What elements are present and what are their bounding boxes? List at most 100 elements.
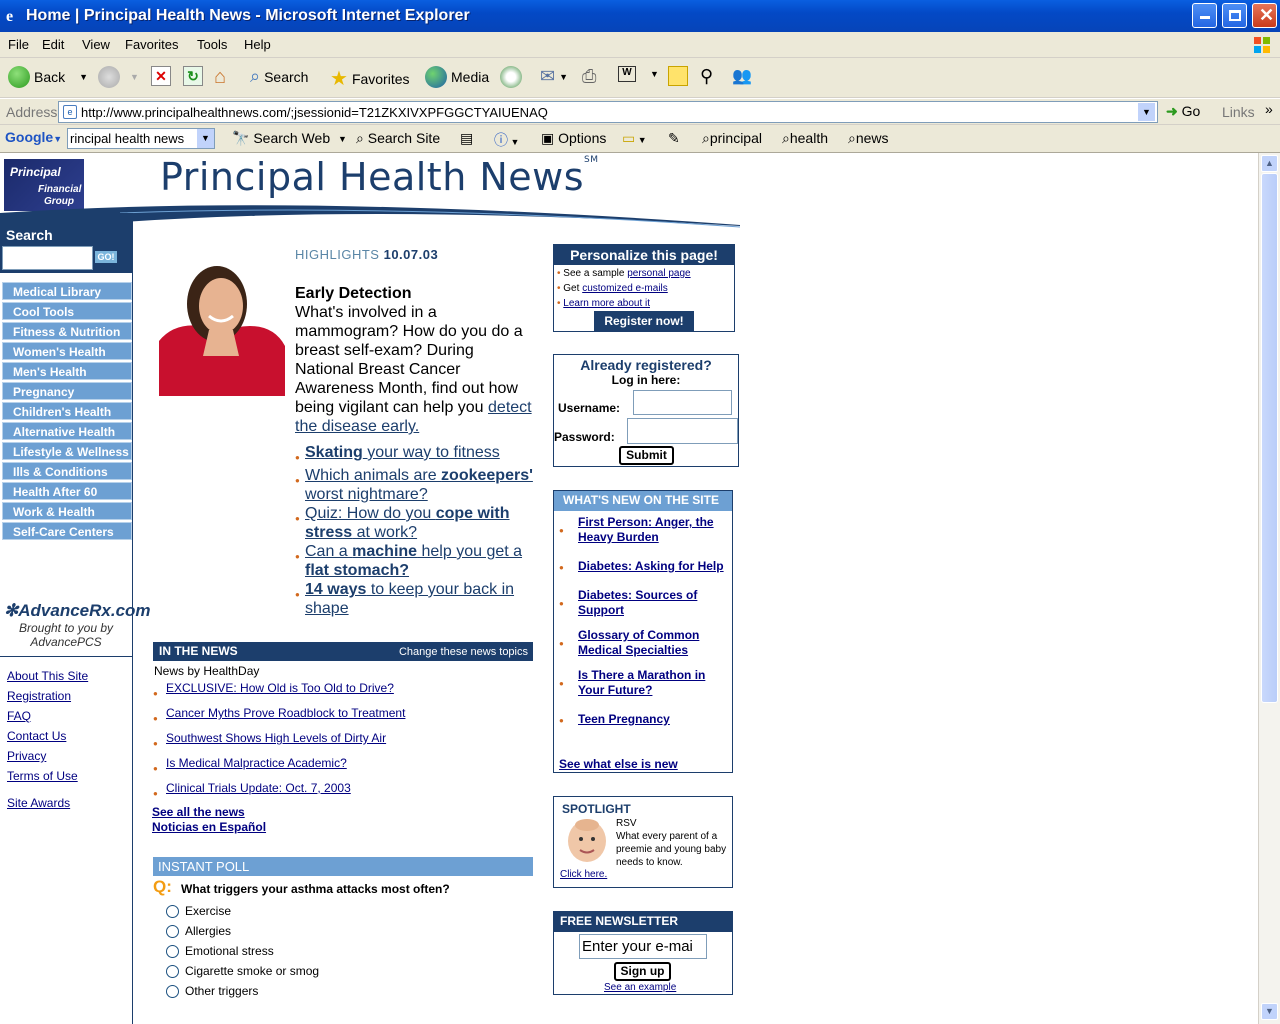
headline-link-1[interactable]: Skating your way to fitness [305,443,545,462]
term-news-button[interactable]: ⌕news [848,130,889,147]
menu-edit[interactable]: Edit [42,37,64,52]
nav-item[interactable]: Ills & Conditions [2,462,132,480]
term-health-button[interactable]: ⌕health [782,130,828,147]
term-principal-button[interactable]: ⌕principal [702,130,762,147]
whats-new-link[interactable]: Glossary of Common Medical Specialties [578,628,728,658]
radio-button[interactable] [166,984,179,998]
search-site-button[interactable]: ⌕ Search Site [356,130,440,147]
nav-item[interactable]: Self-Care Centers [2,522,132,540]
learn-more-link[interactable]: Learn more about it [563,298,650,309]
news-link[interactable]: EXCLUSIVE: How Old is Too Old to Drive? [166,681,394,695]
see-example-link[interactable]: See an example [604,982,676,993]
google-search-input[interactable]: rincipal health news ▼ [67,128,215,149]
pagerank-icon[interactable]: ▤ [460,130,473,147]
noticias-link[interactable]: Noticias en Español [152,820,266,834]
headline-link-4[interactable]: Can a machine help you get a flat stomac… [305,542,545,580]
whats-new-link[interactable]: Is There a Marathon in Your Future? [578,668,728,698]
site-search-input[interactable] [2,246,93,270]
menu-tools[interactable]: Tools [197,37,227,52]
spotlight-link[interactable]: Click here. [560,869,607,880]
notes-icon[interactable] [668,66,688,86]
contacts-icon[interactable]: 👥 [732,66,752,86]
radio-button[interactable] [166,924,179,938]
nav-item[interactable]: Pregnancy [2,382,132,400]
stop-icon[interactable]: ✕ [151,66,171,86]
messenger-icon[interactable]: ⚲ [700,66,713,87]
contact-link[interactable]: Contact Us [7,729,66,743]
maximize-button[interactable] [1222,3,1247,28]
folder-icon[interactable]: ▭ ▼ [622,130,647,147]
register-now-button[interactable]: Register now! [594,311,694,331]
search-web-button[interactable]: 🔭 Search Web [232,130,330,147]
see-what-else-link[interactable]: See what else is new [559,757,678,771]
menu-view[interactable]: View [82,37,110,52]
forward-button[interactable]: ▼ [98,66,139,88]
news-link[interactable]: Cancer Myths Prove Roadblock to Treatmen… [166,706,405,720]
nav-item[interactable]: Alternative Health [2,422,132,440]
nav-item[interactable]: Fitness & Nutrition [2,322,132,340]
google-dropdown-icon[interactable]: ▼ [197,129,214,148]
menu-favorites[interactable]: Favorites [125,37,178,52]
favorites-button[interactable]: ★ Favorites [330,66,410,91]
advancerx-ad[interactable]: ✻AdvanceRx.com Brought to you by Advance… [4,601,151,649]
nav-item[interactable]: Women's Health [2,342,132,360]
site-search-go-button[interactable]: GO! [95,251,117,263]
headline-link-3[interactable]: Quiz: How do you cope with stress at wor… [305,504,545,542]
site-awards-link[interactable]: Site Awards [7,796,70,810]
history-icon[interactable] [500,66,522,88]
links-label[interactable]: Links [1222,104,1255,120]
about-link[interactable]: About This Site [7,669,88,683]
back-button[interactable]: Back ▼ [8,66,88,88]
home-icon[interactable]: ⌂ [214,66,226,89]
nav-item[interactable]: Health After 60 [2,482,132,500]
news-link[interactable]: Southwest Shows High Levels of Dirty Air [166,731,386,745]
whats-new-link[interactable]: Diabetes: Asking for Help [578,559,728,574]
chevron-right-icon[interactable]: » [1265,101,1273,117]
username-input[interactable] [633,390,732,415]
google-logo[interactable]: Google▼ [5,129,62,145]
options-button[interactable]: ▣ Options [541,130,606,147]
newsletter-email-input[interactable]: Enter your e-mai [579,934,707,959]
close-button[interactable]: ✕ [1252,3,1277,28]
media-button[interactable]: Media [425,66,489,88]
menu-help[interactable]: Help [244,37,271,52]
registration-link[interactable]: Registration [7,689,71,703]
nav-item[interactable]: Cool Tools [2,302,132,320]
whats-new-link[interactable]: Teen Pregnancy [578,712,728,727]
see-all-news-link[interactable]: See all the news [152,805,245,819]
search-web-dropdown-icon[interactable]: ▼ [338,134,347,144]
address-dropdown-icon[interactable]: ▼ [1138,103,1155,121]
woman-photo[interactable] [159,246,285,396]
privacy-link[interactable]: Privacy [7,749,46,763]
edit-icon[interactable]: W ▼ [618,66,659,82]
mail-icon[interactable]: ✉ ▼ [540,66,568,87]
scrollbar-thumb[interactable] [1261,173,1278,703]
headline-link-2[interactable]: Which animals are zookeepers' worst nigh… [305,466,545,504]
address-input[interactable]: e http://www.principalhealthnews.com/;js… [58,101,1158,123]
highlight-icon[interactable]: ✎ [668,130,680,147]
headline-link-5[interactable]: 14 ways to keep your back in shape [305,580,545,618]
nav-item[interactable]: Children's Health [2,402,132,420]
scroll-down-arrow-icon[interactable]: ▼ [1261,1003,1278,1020]
whats-new-link[interactable]: Diabetes: Sources of Support [578,588,728,618]
poll-option[interactable]: Emotional stress [166,944,274,958]
scroll-up-arrow-icon[interactable]: ▲ [1261,155,1278,172]
radio-button[interactable] [166,944,179,958]
nav-item[interactable]: Men's Health [2,362,132,380]
nav-item[interactable]: Medical Library [2,282,132,300]
info-icon[interactable]: ⓘ ▼ [494,130,519,150]
forward-dropdown-icon[interactable]: ▼ [130,72,139,82]
poll-option[interactable]: Other triggers [166,984,258,998]
faq-link[interactable]: FAQ [7,709,31,723]
password-input[interactable] [627,418,738,444]
back-dropdown-icon[interactable]: ▼ [79,72,88,82]
terms-link[interactable]: Terms of Use [7,769,78,783]
news-link[interactable]: Clinical Trials Update: Oct. 7, 2003 [166,781,351,795]
poll-option[interactable]: Allergies [166,924,231,938]
nav-item[interactable]: Lifestyle & Wellness [2,442,132,460]
submit-button[interactable]: Submit [619,446,674,465]
go-button[interactable]: ➜ Go [1166,103,1200,120]
poll-option[interactable]: Exercise [166,904,231,918]
minimize-button[interactable] [1192,3,1217,28]
personal-page-link[interactable]: personal page [627,268,690,279]
